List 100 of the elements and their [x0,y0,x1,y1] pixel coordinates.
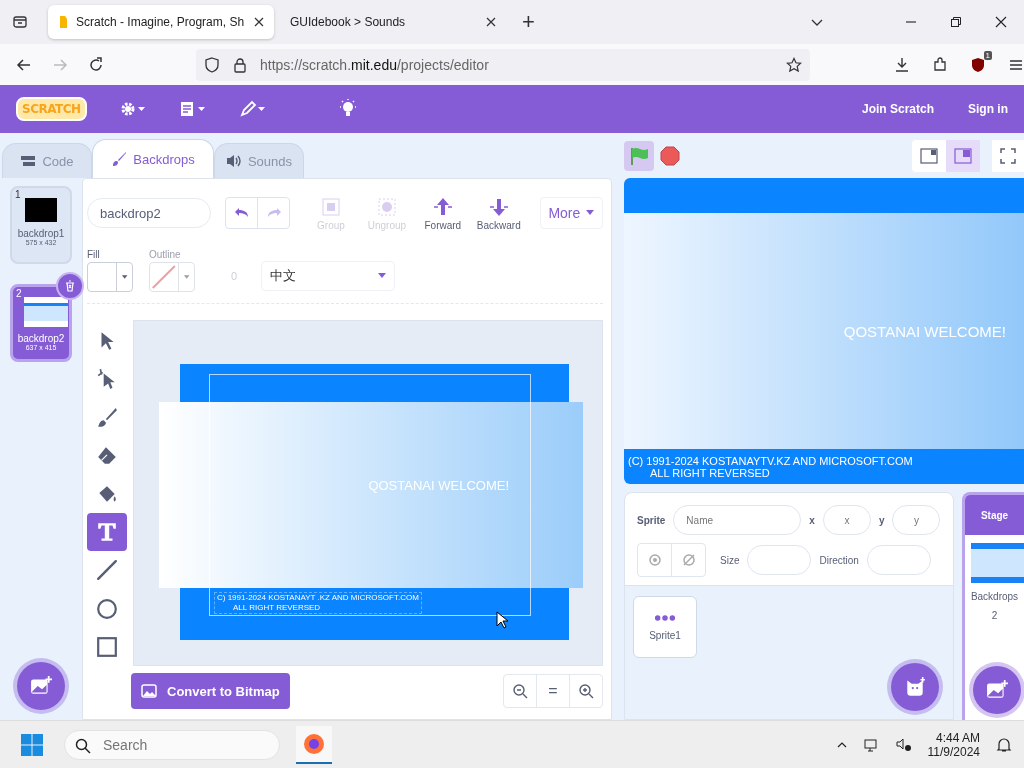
small-stage-icon [919,145,939,166]
close-icon[interactable] [254,17,264,27]
drawing-canvas[interactable]: QOSTANAI WELCOME! C) 1991-2024 KOSTANAYT .KZ AND MICROSOFT.COM ALL RIGHT REVERSED [133,320,603,666]
backdrop-name: backdrop1 [17,228,65,239]
start-icon[interactable] [20,732,44,757]
tab-list-icon[interactable] [12,14,28,30]
pencil-icon[interactable] [238,100,267,118]
dots-icon [654,613,676,622]
stage-footer-text: (C) 1991-2024 KOSTANAYTV.KZ AND MICROSOFT.COM [628,454,914,467]
stage-thumbnail [970,543,1024,583]
brush-icon [111,151,128,167]
star-icon[interactable] [786,56,802,73]
more-dropdown[interactable]: More [539,197,603,229]
canvas-title-text: QOSTANAI WELCOME! [368,478,509,493]
speaker-muted-icon[interactable] [895,736,912,753]
bell-icon[interactable] [996,736,1012,753]
shield-icon[interactable] [970,56,986,73]
browser-tab[interactable]: Scratch - Imagine, Program, Sh [48,5,274,39]
lock-icon[interactable] [232,56,248,73]
lightbulb-icon[interactable] [338,99,357,119]
new-tab-button[interactable]: + [512,9,545,35]
zoom-out-icon [512,683,528,699]
extension-badge: 1 [983,50,992,60]
close-icon[interactable] [995,16,1007,28]
eye-icon [646,552,663,568]
canvas-footer-text: C) 1991-2024 KOSTANAYT .KZ AND MICROSOFT.COM [217,593,419,603]
stop-icon[interactable] [660,145,680,166]
backdrop-name-field[interactable]: backdrop2 [87,198,211,228]
toolbar-button[interactable]: Forward [419,195,466,231]
backdrop-thumbnail [24,297,68,327]
back-icon[interactable] [16,56,32,73]
line-icon [96,559,118,582]
toolbar-button[interactable]: Backward [475,195,522,231]
backdrop-number: 1 [15,189,21,200]
font-dropdown[interactable]: 中文 [261,261,396,291]
page-icon [58,15,68,29]
restore-icon[interactable] [950,16,962,28]
file-icon[interactable] [178,100,207,118]
text-tool-icon [96,521,118,544]
monitor-icon[interactable] [863,736,880,753]
taskbar-app-button[interactable] [296,725,332,764]
direction-field[interactable] [866,545,931,575]
group-icon [319,195,342,218]
size-field[interactable] [747,545,812,575]
flag-icon [629,145,649,166]
stage-header[interactable]: Stage [965,495,1024,535]
y-field[interactable]: y [892,505,941,535]
menu-link[interactable]: Join Scratch [861,102,934,116]
caret-icon [586,210,595,216]
ungroup-icon [375,195,398,218]
caret-icon [120,273,128,280]
taskbar-search-field[interactable]: Search [101,735,265,754]
browser-tab[interactable]: GUIdebook > Sounds [280,5,506,39]
download-icon[interactable] [894,56,910,73]
backdrop-number: 2 [16,288,22,299]
editor-tab[interactable]: Sounds [214,143,304,178]
size-label: Size [720,554,740,566]
reload-icon[interactable] [88,56,104,73]
image-icon [986,680,1008,700]
zoom-in-icon [578,683,594,699]
blocks-icon [20,153,37,169]
sprite-tile[interactable]: Sprite1 [633,596,697,658]
direction-label: Direction [819,554,859,566]
rectangle-icon [96,635,118,658]
fill-label: Fill [87,248,101,260]
backdrop-name: backdrop2 [17,333,65,344]
eye-slash-icon [680,552,697,568]
editor-tab[interactable]: Backdrops [92,139,214,178]
address-bar[interactable]: https://scratch.mit.edu/projects/editor [196,48,810,81]
stage-size-button[interactable] [946,139,980,172]
stage-title-text: QOSTANAI WELCOME! [843,322,1006,340]
fill-color-picker[interactable] [87,261,133,292]
sprite-label: Sprite [637,514,666,526]
backdrop-thumbnail [25,198,57,222]
delete-button[interactable] [56,272,84,300]
backdrops-label: Backdrops [970,591,1019,602]
convert-to-bitmap-button[interactable]: Convert to Bitmap [131,673,290,709]
shield-icon[interactable] [204,56,220,73]
backdrops-count: 2 [991,610,998,621]
mouse-cursor-icon [496,611,508,629]
flag-button[interactable] [624,140,654,171]
menu-link[interactable]: Sign in [968,102,1008,116]
sprite-name-field[interactable]: Name [673,505,802,535]
add-backdrop-button[interactable] [17,662,65,710]
editor-tab[interactable]: Code [2,143,92,178]
normal-stage-icon [953,145,973,166]
x-field[interactable]: x [822,505,871,535]
url-text: https://scratch.mit.edu/projects/editor [260,56,489,73]
add-backdrop-button[interactable] [973,666,1021,714]
search-icon [75,737,91,754]
stage-display[interactable]: QOSTANAI WELCOME! (C) 1991-2024 KOSTANAYTV.KZ AND MICROSOFT.COM ALL RIGHT REVERSED [624,178,1024,484]
clock-date: 11/9/2024 [927,744,980,759]
taskbar-search-box[interactable]: Search [64,729,280,760]
trash-icon [64,280,76,292]
stage-footer-text: ALL RIGHT REVERSED [649,466,771,479]
fullscreen-icon[interactable] [992,139,1024,172]
add-sprite-button[interactable] [891,663,939,711]
tool-button[interactable] [87,513,127,552]
close-icon[interactable] [486,17,496,27]
canvas-footer-text: ALL RIGHT REVERSED [232,603,322,613]
